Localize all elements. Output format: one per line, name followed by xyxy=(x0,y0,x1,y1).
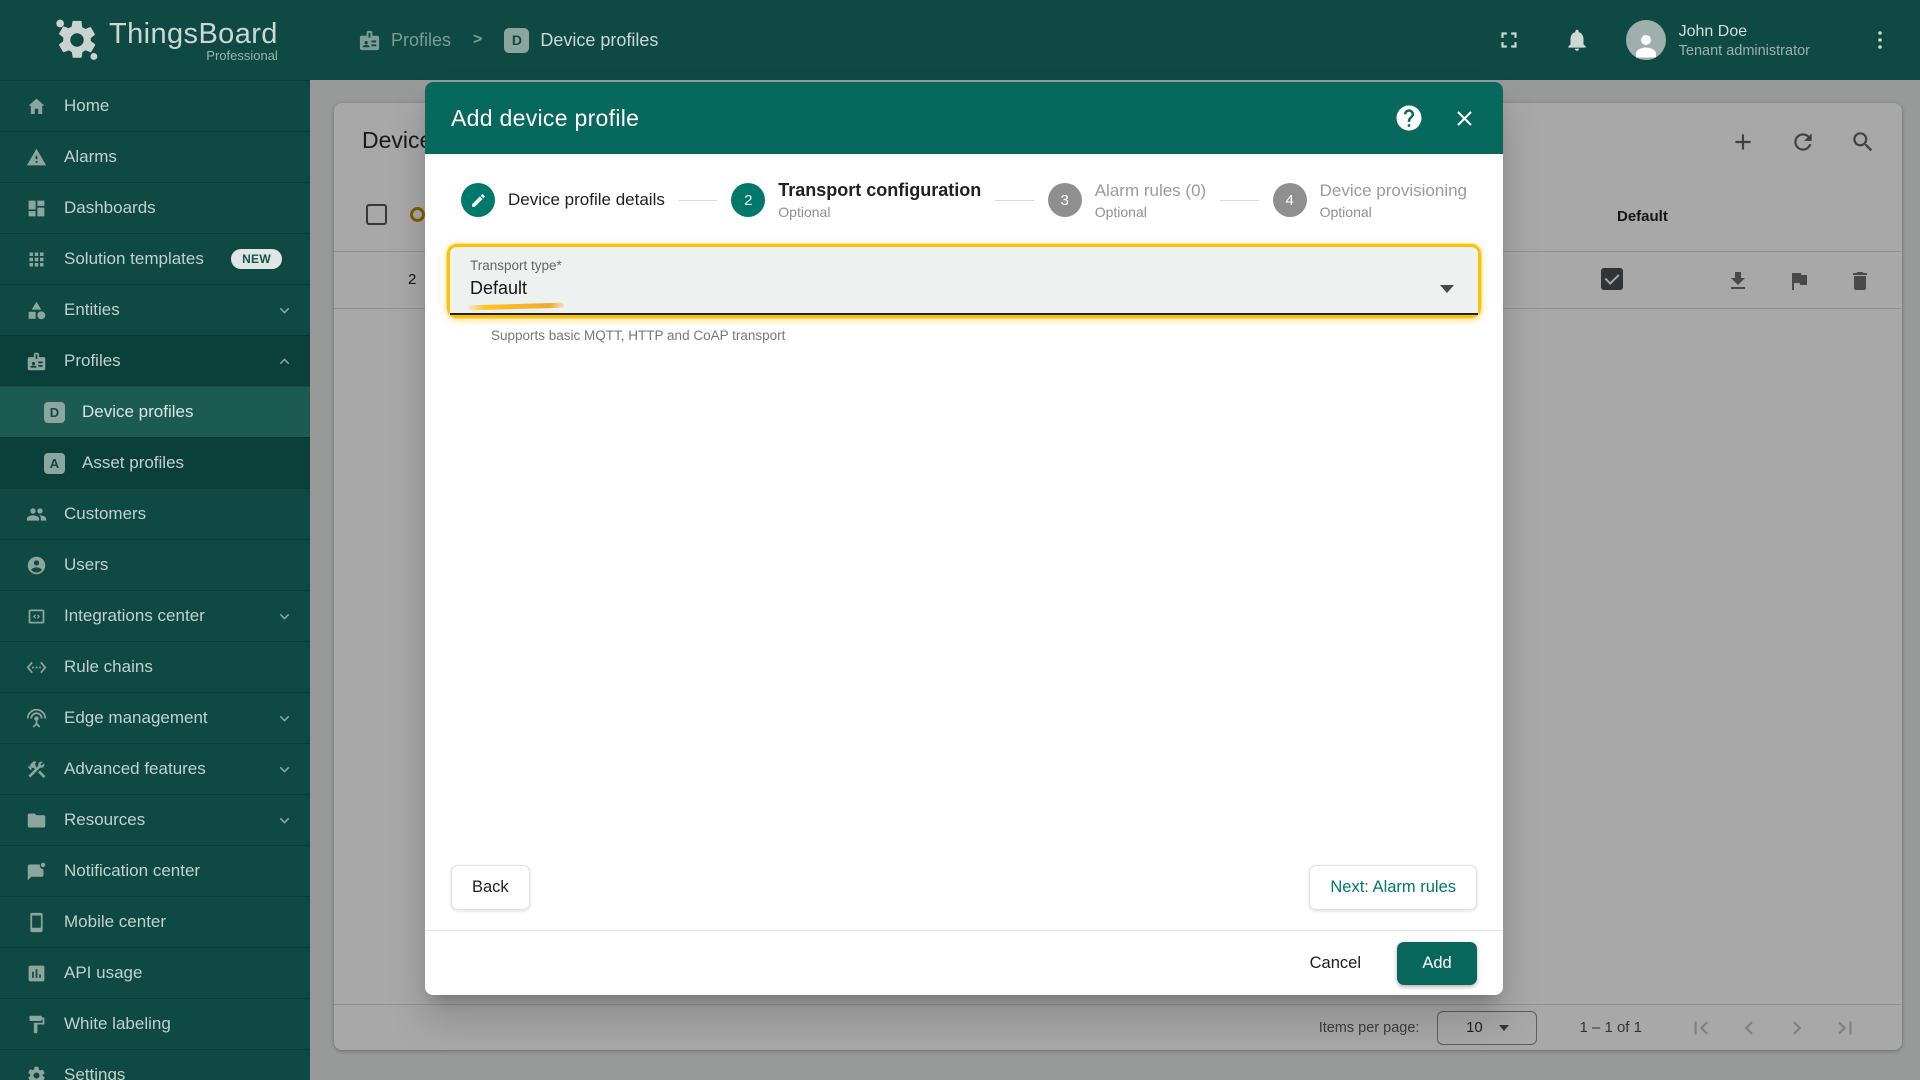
integrations-icon xyxy=(26,606,47,627)
step-device-profile-details[interactable]: Device profile details xyxy=(461,183,665,217)
profiles-badge-icon xyxy=(26,351,47,372)
user-icon xyxy=(1631,30,1661,60)
sidebar-item-customers[interactable]: Customers xyxy=(0,488,310,539)
new-badge: NEW xyxy=(231,249,282,269)
sidebar-item-rule-chains[interactable]: Rule chains xyxy=(0,641,310,692)
sidebar-item-advanced-features[interactable]: Advanced features xyxy=(0,743,310,794)
sidebar-item-profiles[interactable]: Profiles xyxy=(0,335,310,386)
sidebar-item-white-labeling[interactable]: White labeling xyxy=(0,998,310,1049)
chevron-down-icon xyxy=(275,607,294,626)
sidebar-item-settings[interactable]: Settings xyxy=(0,1049,310,1080)
sidebar-item-device-profiles[interactable]: D Device profiles xyxy=(0,386,310,437)
sidebar-item-entities[interactable]: Entities xyxy=(0,284,310,335)
sidebar-item-api-usage[interactable]: API usage xyxy=(0,947,310,998)
asset-profiles-icon: A xyxy=(44,452,65,474)
chevron-up-icon xyxy=(275,352,294,371)
fullscreen-icon[interactable] xyxy=(1496,27,1522,53)
device-profile-icon: D xyxy=(504,27,530,53)
breadcrumb-profiles[interactable]: Profiles xyxy=(391,30,451,51)
sidebar-item-home[interactable]: Home xyxy=(0,80,310,131)
logo-title: ThingsBoard xyxy=(109,17,278,50)
logo-subtitle: Professional xyxy=(206,47,278,63)
user-role: Tenant administrator xyxy=(1678,42,1810,59)
sidebar-item-notification-center[interactable]: Notification center xyxy=(0,845,310,896)
step-connector xyxy=(995,199,1034,201)
notifications-bell-icon[interactable] xyxy=(1564,27,1590,53)
cancel-button[interactable]: Cancel xyxy=(1310,954,1361,973)
device-profiles-icon: D xyxy=(44,401,65,423)
thingsboard-logo-icon xyxy=(56,19,98,60)
sidebar-item-resources[interactable]: Resources xyxy=(0,794,310,845)
transport-type-value: Default xyxy=(470,278,528,298)
edit-pencil-icon xyxy=(470,192,487,209)
sidebar: Home Alarms Dashboards Solution template… xyxy=(0,80,310,1080)
more-menu-icon[interactable] xyxy=(1868,28,1892,52)
sidebar-item-dashboards[interactable]: Dashboards xyxy=(0,182,310,233)
avatar[interactable] xyxy=(1625,20,1666,60)
transport-type-select[interactable]: Transport type* Default xyxy=(447,244,1481,318)
alarm-warning-icon xyxy=(26,147,47,168)
add-button[interactable]: Add xyxy=(1397,941,1477,985)
chevron-down-icon xyxy=(275,301,294,320)
breadcrumb-separator: > xyxy=(473,31,483,48)
step-alarm-rules[interactable]: 3 Alarm rules (0) Optional xyxy=(1047,181,1206,220)
rule-chains-icon xyxy=(26,657,47,678)
chevron-down-icon xyxy=(275,709,294,728)
step-number: 2 xyxy=(731,183,766,217)
dialog-title: Add device profile xyxy=(451,104,640,131)
profiles-icon xyxy=(358,29,381,52)
dashboard-icon xyxy=(26,198,47,219)
highlight-underline xyxy=(467,302,565,311)
resources-folder-icon xyxy=(26,810,47,831)
customers-people-icon xyxy=(26,504,47,525)
api-usage-chart-icon xyxy=(26,963,47,984)
dropdown-arrow-icon xyxy=(1440,285,1454,293)
dialog-header: Add device profile xyxy=(425,82,1503,154)
settings-gear-icon xyxy=(26,1065,47,1080)
breadcrumb-device-profiles[interactable]: Device profiles xyxy=(540,30,658,51)
sidebar-item-asset-profiles[interactable]: A Asset profiles xyxy=(0,437,310,488)
back-button[interactable]: Back xyxy=(451,865,530,910)
app-logo[interactable]: ThingsBoard Professional xyxy=(0,17,310,63)
transport-type-label: Transport type* xyxy=(470,258,562,273)
step-transport-configuration[interactable]: 2 Transport configuration Optional xyxy=(731,180,981,220)
transport-type-hint: Supports basic MQTT, HTTP and CoAP trans… xyxy=(491,328,786,343)
add-device-profile-dialog: Add device profile Device profile detail… xyxy=(425,82,1503,995)
top-bar: ThingsBoard Professional Profiles > D De… xyxy=(0,0,1920,80)
close-icon[interactable] xyxy=(1452,106,1477,131)
users-account-icon xyxy=(26,555,47,576)
help-icon[interactable] xyxy=(1394,103,1424,133)
sidebar-item-edge-management[interactable]: Edge management xyxy=(0,692,310,743)
sidebar-item-integrations-center[interactable]: Integrations center xyxy=(0,590,310,641)
sidebar-item-alarms[interactable]: Alarms xyxy=(0,131,310,182)
sidebar-item-solution-templates[interactable]: Solution templates NEW xyxy=(0,233,310,284)
mobile-phone-icon xyxy=(26,912,47,933)
step-connector xyxy=(1220,199,1259,201)
step-connector xyxy=(678,199,718,201)
step-number: 4 xyxy=(1272,183,1307,217)
advanced-tools-icon xyxy=(26,759,47,780)
apps-grid-icon xyxy=(26,249,47,270)
step-number: 3 xyxy=(1047,183,1082,217)
edge-antenna-icon xyxy=(26,708,47,729)
chevron-down-icon xyxy=(275,760,294,779)
entities-category-icon xyxy=(26,300,47,321)
notification-center-icon xyxy=(26,861,47,882)
chevron-down-icon xyxy=(275,811,294,830)
stepper: Device profile details 2 Transport confi… xyxy=(425,154,1503,228)
home-icon xyxy=(26,96,47,117)
breadcrumb: Profiles > D Device profiles xyxy=(358,27,658,53)
step-device-provisioning[interactable]: 4 Device provisioning Optional xyxy=(1272,181,1467,220)
white-labeling-paint-icon xyxy=(26,1014,47,1035)
sidebar-item-users[interactable]: Users xyxy=(0,539,310,590)
sidebar-item-mobile-center[interactable]: Mobile center xyxy=(0,896,310,947)
user-name: John Doe xyxy=(1678,23,1748,41)
next-alarm-rules-button[interactable]: Next: Alarm rules xyxy=(1309,865,1477,910)
